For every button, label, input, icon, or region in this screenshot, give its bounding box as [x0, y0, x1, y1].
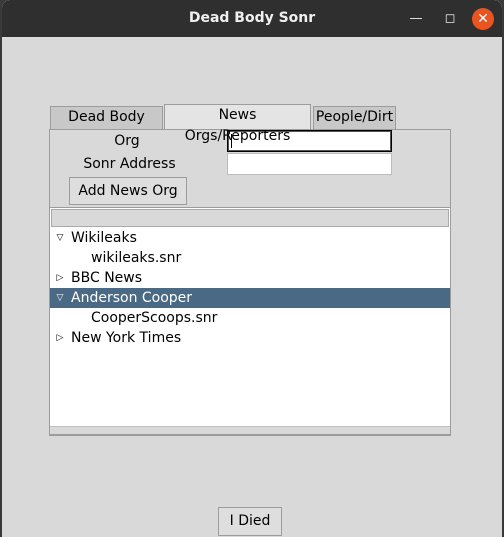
tree-column-header[interactable] [51, 209, 449, 227]
tree-row-label: Wikileaks [71, 230, 137, 246]
tree-row-label: BBC News [71, 270, 143, 286]
maximize-icon[interactable]: ◻ [439, 8, 461, 30]
tree-row[interactable]: wikileaks.snr [50, 248, 450, 268]
sonr-address-input[interactable] [227, 153, 392, 175]
tab-dead-body-sonr[interactable]: Dead Body Sonr [50, 106, 163, 146]
title-bar[interactable]: Dead Body Sonr — ◻ ✕ [2, 0, 502, 37]
i-died-button[interactable]: I Died [218, 507, 282, 536]
tree-row-label: wikileaks.snr [91, 250, 182, 266]
tab-news-orgs-reporters[interactable]: News Orgs/Reporters [164, 104, 311, 144]
tree-row-label: Anderson Cooper [71, 290, 193, 306]
horizontal-scrollbar[interactable] [50, 426, 450, 434]
tree-row[interactable]: ▷ New York Times [50, 328, 450, 348]
add-news-org-button[interactable]: Add News Org [69, 177, 187, 205]
tree-row[interactable]: ▷ BBC News [50, 268, 450, 288]
sonr-address-label: Sonr Address [83, 156, 176, 172]
tree-row-label: CooperScoops.snr [91, 310, 218, 326]
tree-row[interactable]: ▽ Anderson Cooper [50, 288, 450, 308]
window-title: Dead Body Sonr [188, 10, 316, 26]
collapse-icon[interactable]: ▽ [54, 288, 66, 308]
news-org-tree[interactable]: ▽ Wikileaks wikileaks.snr ▷ BBC News ▽ Anderso… [49, 207, 451, 435]
expand-icon[interactable]: ▷ [54, 268, 66, 288]
close-icon[interactable]: ✕ [472, 8, 494, 30]
expand-icon[interactable]: ▷ [54, 328, 66, 348]
org-label: Org [114, 133, 140, 149]
tree-row[interactable]: CooperScoops.snr [50, 308, 450, 328]
tree-row[interactable]: ▽ Wikileaks [50, 228, 450, 248]
tab-people-dirt[interactable]: People/Dirt [313, 106, 396, 129]
minimize-icon[interactable]: — [405, 8, 427, 30]
collapse-icon[interactable]: ▽ [54, 228, 66, 248]
tree-row-label: New York Times [71, 330, 182, 346]
